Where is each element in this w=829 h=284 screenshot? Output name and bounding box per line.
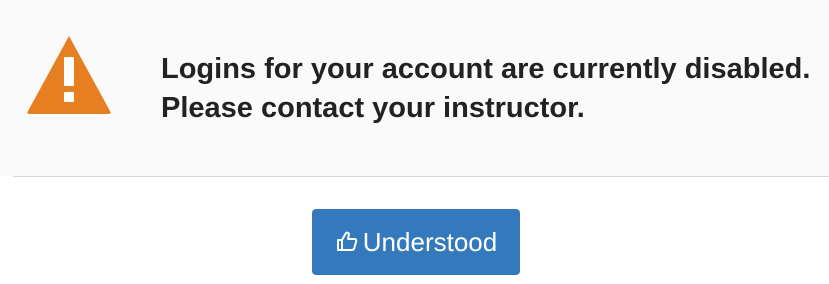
message-line-2: Please contact your instructor. xyxy=(161,92,585,124)
understood-button[interactable]: Understood xyxy=(312,209,520,275)
login-disabled-dialog: Logins for your account are currently di… xyxy=(0,0,829,284)
understood-button-label: Understood xyxy=(362,227,498,257)
dialog-body: Logins for your account are currently di… xyxy=(0,0,829,176)
warning-icon xyxy=(27,36,111,114)
dialog-footer: Understood xyxy=(0,177,829,284)
thumbs-up-icon xyxy=(336,231,358,251)
message-line-1: Logins for your account are currently di… xyxy=(161,53,811,85)
login-disabled-message: Logins for your account are currently di… xyxy=(161,50,829,128)
